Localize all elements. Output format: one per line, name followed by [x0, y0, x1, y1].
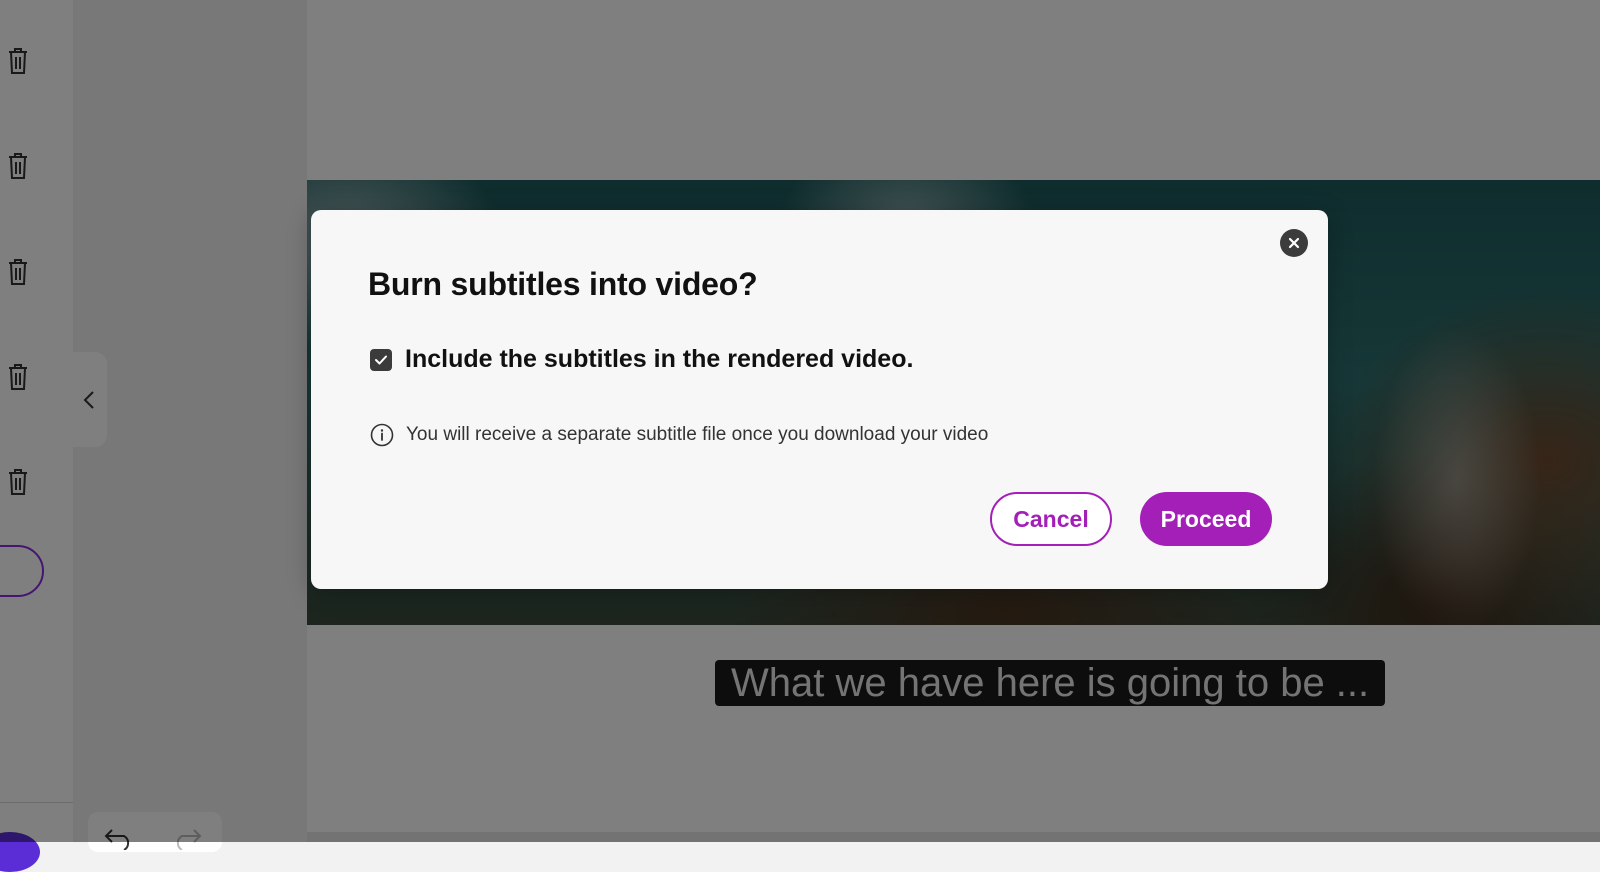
info-text: You will receive a separate subtitle fil…: [406, 424, 989, 445]
checkmark-icon: [375, 355, 387, 364]
info-icon: [370, 423, 394, 447]
checkbox-label: Include the subtitles in the rendered vi…: [405, 345, 914, 373]
proceed-button[interactable]: Proceed: [1140, 492, 1272, 546]
info-note: You will receive a separate subtitle fil…: [370, 423, 988, 447]
cancel-button[interactable]: Cancel: [990, 492, 1112, 546]
dialog-title: Burn subtitles into video?: [368, 266, 758, 302]
close-icon: [1288, 237, 1300, 249]
close-button[interactable]: [1280, 229, 1308, 257]
include-subtitles-option[interactable]: Include the subtitles in the rendered vi…: [370, 345, 913, 374]
burn-subtitles-dialog: Burn subtitles into video? Include the s…: [311, 210, 1328, 589]
include-subtitles-checkbox[interactable]: [370, 348, 392, 371]
